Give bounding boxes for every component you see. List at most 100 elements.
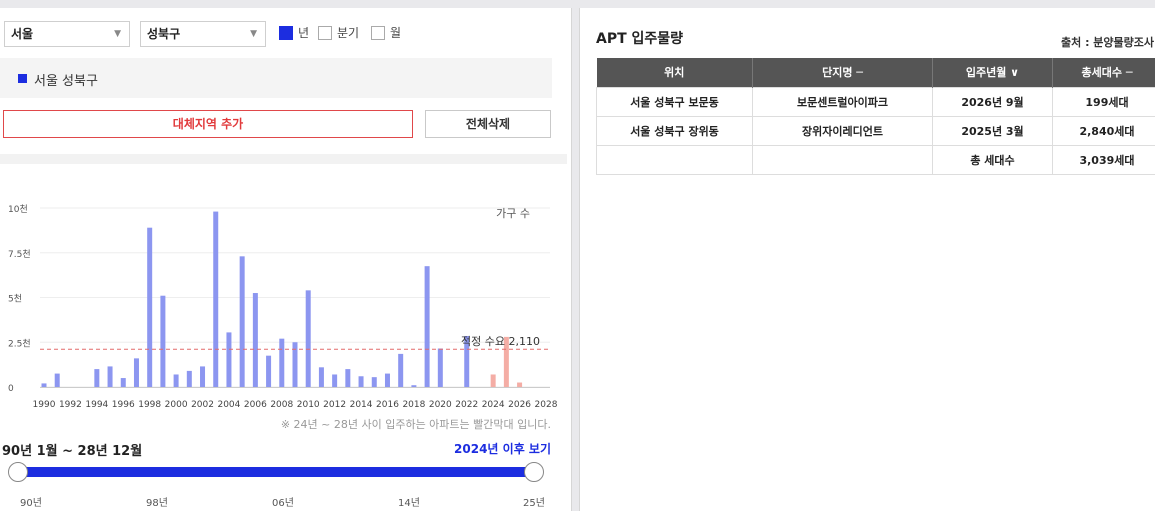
chart-note: ※ 24년 ~ 28년 사이 입주하는 아파트는 빨간막대 입니다. <box>280 418 551 431</box>
cell-location: 서울 성북구 장위동 <box>596 115 753 146</box>
range-tick-label: 90년 <box>20 498 42 509</box>
x-tick-label: 2024 <box>482 400 505 410</box>
y-tick-label: 10천 <box>8 204 28 215</box>
checkbox-month[interactable] <box>371 26 385 40</box>
checkbox-quarter-label: 분기 <box>337 26 360 40</box>
chart-series-label: 가구 수 <box>496 207 530 220</box>
x-tick-label: 1990 <box>33 400 56 410</box>
city-select[interactable]: 서울 ▼ <box>4 21 130 47</box>
table-row[interactable]: 서울 성북구 보문동 보문센트럴아이파크 2026년 9월 199세대 <box>596 86 1155 117</box>
x-tick-label: 1996 <box>112 400 135 410</box>
delete-all-button[interactable]: 전체삭제 <box>425 110 551 138</box>
chart-bar-1991[interactable] <box>54 373 60 387</box>
x-tick-label: 2006 <box>244 400 267 410</box>
district-select[interactable]: 성북구 ▼ <box>140 21 266 47</box>
cell-complex <box>752 144 933 175</box>
table-header-row: 위치 단지명 ─ 입주년월 ∨ 총세대수 ─ <box>596 58 1155 87</box>
chart-bar-2013[interactable] <box>345 369 351 387</box>
cell-location: 서울 성북구 보문동 <box>596 86 753 117</box>
x-tick-label: 2016 <box>376 400 399 410</box>
chart-bar-2024[interactable] <box>490 374 496 387</box>
chart-bar-2016[interactable] <box>384 373 390 387</box>
x-tick-label: 2020 <box>429 400 452 410</box>
chart-bar-1996[interactable] <box>120 378 126 387</box>
x-tick-label: 2026 <box>508 400 531 410</box>
supply-table: 위치 단지명 ─ 입주년월 ∨ 총세대수 ─ 서울 성북구 보문동 보문센트럴아… <box>596 58 1155 175</box>
x-tick-label: 1992 <box>59 400 82 410</box>
chart-bar-2004[interactable] <box>226 332 232 387</box>
chart-bar-1997[interactable] <box>133 358 139 387</box>
x-tick-label: 2002 <box>191 400 214 410</box>
x-tick-label: 2018 <box>402 400 425 410</box>
table-row[interactable]: 서울 성북구 장위동 장위자이레디언트 2025년 3월 2,840세대 <box>596 115 1155 146</box>
cell-complex: 보문센트럴아이파크 <box>752 86 933 117</box>
chart-bar-2007[interactable] <box>266 355 272 387</box>
column-header-move-in[interactable]: 입주년월 ∨ <box>932 58 1053 87</box>
chevron-down-icon: ▼ <box>114 29 121 39</box>
x-tick-label: 2028 <box>535 400 558 410</box>
table-total-row: 총 세대수 3,039세대 <box>596 144 1155 175</box>
chart-bar-2015[interactable] <box>371 377 377 387</box>
chart-bar-2005[interactable] <box>239 256 245 387</box>
chart-bar-2026[interactable] <box>517 382 523 387</box>
x-tick-label: 2022 <box>455 400 478 410</box>
column-header-units[interactable]: 총세대수 ─ <box>1052 58 1155 87</box>
selected-region-box: 서울 성북구 <box>0 58 552 98</box>
chart-bar-2018[interactable] <box>411 385 417 387</box>
chart-bar-2019[interactable] <box>424 266 430 387</box>
chart-bar-2010[interactable] <box>305 290 311 387</box>
range-slider-track[interactable] <box>18 467 534 477</box>
x-tick-label: 2012 <box>323 400 346 410</box>
x-tick-label: 2008 <box>270 400 293 410</box>
cell-location <box>596 144 753 175</box>
y-tick-label: 7.5천 <box>8 249 31 260</box>
left-panel: 서울 ▼ 성북구 ▼ 년 분기 월 서울 성북구 대체지역 추가 전체삭제 10… <box>0 8 572 511</box>
x-tick-label: 2014 <box>350 400 373 410</box>
cell-move-in: 2025년 3월 <box>932 115 1053 146</box>
chart-bar-2012[interactable] <box>332 374 338 387</box>
range-tick-label: 06년 <box>272 498 294 509</box>
x-tick-label: 2000 <box>165 400 188 410</box>
view-after-2024-link[interactable]: 2024년 이후 보기 <box>454 440 551 457</box>
y-tick-label: 2.5천 <box>8 338 31 349</box>
chart-bar-2011[interactable] <box>318 367 324 387</box>
chart-bar-2000[interactable] <box>173 374 179 387</box>
column-header-location[interactable]: 위치 <box>596 58 753 87</box>
checkbox-quarter[interactable] <box>318 26 332 40</box>
chart-bar-2001[interactable] <box>186 370 192 387</box>
chart-bar-1999[interactable] <box>160 295 166 387</box>
chart-bar-2017[interactable] <box>398 353 404 387</box>
range-label: 90년 1월 ~ 28년 12월 <box>2 444 143 459</box>
range-slider-start-handle[interactable] <box>8 462 28 482</box>
chart-bar-2020[interactable] <box>437 348 443 387</box>
cell-total-units: 3,039세대 <box>1052 144 1155 175</box>
selected-region-label[interactable]: 서울 성북구 <box>34 70 98 89</box>
supply-table-title: APT 입주물량 <box>596 31 684 47</box>
x-tick-label: 2010 <box>297 400 320 410</box>
x-tick-label: 2004 <box>217 400 240 410</box>
chart-bar-1995[interactable] <box>107 366 113 387</box>
chart-bar-2014[interactable] <box>358 376 364 387</box>
right-panel: APT 입주물량 출처 : 분양물량조사 위치 단지명 ─ 입주년월 ∨ 총세대… <box>579 8 1155 511</box>
cell-complex: 장위자이레디언트 <box>752 115 933 146</box>
reference-line-label: 적정 수요 2,110 <box>461 335 540 348</box>
checkbox-year[interactable] <box>279 26 293 40</box>
district-select-value: 성북구 <box>147 27 181 41</box>
chart-bar-2008[interactable] <box>279 338 285 387</box>
chart-bar-2003[interactable] <box>213 211 219 387</box>
chart-bar-1994[interactable] <box>94 369 100 387</box>
chart-bar-2002[interactable] <box>200 366 206 387</box>
column-header-complex[interactable]: 단지명 ─ <box>752 58 933 87</box>
x-tick-label: 1998 <box>138 400 161 410</box>
data-source: 출처 : 분양물량조사 <box>1061 36 1155 49</box>
x-tick-label: 1994 <box>85 400 108 410</box>
y-tick-label: 0 <box>8 384 14 394</box>
chart-bar-1998[interactable] <box>147 227 153 387</box>
city-select-value: 서울 <box>11 27 34 41</box>
cell-move-in: 2026년 9월 <box>932 86 1053 117</box>
chart-bar-1990[interactable] <box>41 383 47 387</box>
range-slider-end-handle[interactable] <box>524 462 544 482</box>
add-region-button[interactable]: 대체지역 추가 <box>3 110 413 138</box>
cell-units: 2,840세대 <box>1052 115 1155 146</box>
chart-bar-2006[interactable] <box>252 293 258 387</box>
